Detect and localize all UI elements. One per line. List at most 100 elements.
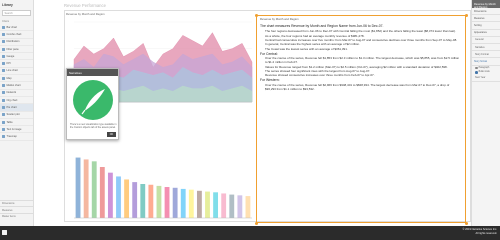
western-bullets: Over the course of the series, Revenue f… bbox=[260, 83, 460, 91]
prop-next-year[interactable]: Next Year bbox=[472, 75, 500, 82]
bar[interactable] bbox=[156, 185, 162, 218]
central-bullet-item: Revenue showed consecutive increases ove… bbox=[265, 73, 460, 77]
resize-handle-br[interactable] bbox=[464, 221, 468, 225]
library-item[interactable]: Combo chart bbox=[0, 31, 33, 39]
library-item-label: Scatter plot bbox=[6, 113, 20, 117]
bar[interactable] bbox=[91, 161, 97, 218]
central-bullets: Over the course of the series, Revenue f… bbox=[260, 56, 460, 77]
radio-paragraph-label: Paragraph bbox=[478, 66, 490, 69]
section-master-items[interactable]: Master items bbox=[0, 212, 34, 219]
chart-type-icon bbox=[2, 40, 5, 44]
library-item-label: Network bbox=[6, 91, 17, 95]
library-item[interactable]: Distribution bbox=[0, 39, 33, 46]
library-item[interactable]: Org chart bbox=[0, 97, 33, 105]
section-western: For Western: bbox=[260, 78, 280, 83]
sheet-canvas: Revenue Performance Revenue by Month and… bbox=[34, 0, 471, 226]
library-item[interactable]: Table bbox=[0, 119, 33, 127]
library-item[interactable]: KPI bbox=[0, 60, 33, 68]
bar[interactable] bbox=[245, 196, 251, 218]
narrative-text: The chart measures Revenue by Month and … bbox=[260, 24, 460, 222]
library-item-label: Map bbox=[6, 76, 12, 80]
ok-button[interactable]: OK bbox=[107, 132, 116, 137]
chart-type-icon bbox=[2, 135, 5, 139]
library-item[interactable]: Gauge bbox=[0, 53, 33, 61]
bar[interactable] bbox=[188, 189, 194, 218]
sheet-title: Revenue Performance bbox=[64, 3, 106, 8]
chart-type-list: Bar chart Combo chart Distribution Filter p… bbox=[0, 24, 33, 141]
bar[interactable] bbox=[124, 179, 130, 218]
resize-handle-tl[interactable] bbox=[254, 13, 258, 17]
chart-type-icon bbox=[2, 91, 5, 95]
library-item-label: Text & image bbox=[6, 127, 22, 131]
radio-dot-paragraph[interactable] bbox=[475, 66, 478, 70]
library-item[interactable]: Bar chart bbox=[0, 24, 33, 32]
library-item[interactable]: Map bbox=[0, 75, 33, 83]
summary-bullet-item: The Coast was the lowest series with an … bbox=[265, 47, 460, 51]
library-item[interactable]: Text & image bbox=[0, 126, 33, 134]
story-format-label: Story format bbox=[472, 58, 500, 66]
bar[interactable] bbox=[196, 190, 202, 218]
copyright-line-2: All rights reserved. bbox=[475, 231, 497, 235]
bar[interactable] bbox=[237, 195, 243, 218]
section-central: For Central: bbox=[260, 51, 278, 56]
prop-story-format[interactable]: Story Format bbox=[472, 51, 500, 59]
chart-type-icon bbox=[2, 62, 5, 66]
assets-toggle-button[interactable] bbox=[2, 230, 7, 235]
properties-header: Revenue by Month and Region bbox=[472, 0, 500, 9]
prop-dimensions[interactable]: Dimensions bbox=[472, 8, 500, 16]
prop-appearance[interactable]: Appearance bbox=[472, 30, 500, 37]
library-title: Library bbox=[2, 3, 13, 7]
resize-handle-tr[interactable] bbox=[464, 13, 468, 17]
radio-dot-bullets[interactable] bbox=[475, 71, 478, 74]
footer-bar: © 2019 Narrative Science Inc. All rights… bbox=[0, 226, 500, 240]
bar[interactable] bbox=[172, 187, 178, 218]
bar[interactable] bbox=[99, 167, 105, 218]
bar[interactable] bbox=[107, 172, 113, 218]
chart-type-icon bbox=[2, 54, 5, 58]
bar[interactable] bbox=[205, 191, 210, 218]
library-item-label: Gauge bbox=[6, 54, 15, 58]
bar[interactable] bbox=[140, 184, 146, 218]
prop-narrative[interactable]: Narrative bbox=[472, 44, 500, 52]
library-item-label: Org chart bbox=[6, 98, 18, 102]
prop-measures[interactable]: Measures bbox=[472, 15, 500, 23]
library-item[interactable]: Filter pane bbox=[0, 46, 33, 54]
popup-text: There's a new visualization type availab… bbox=[70, 123, 117, 129]
library-item-label: Mekko chart bbox=[6, 84, 21, 88]
western-bullet-item: Over the course of the series, Revenue f… bbox=[265, 83, 460, 91]
summary-bullet-item: The four regions decreased from Jun-06 t… bbox=[265, 29, 460, 33]
library-item-label: Combo chart bbox=[6, 32, 22, 36]
search-input[interactable]: Search bbox=[2, 10, 31, 16]
insight-header: Revenue by Month and Region bbox=[260, 17, 299, 21]
bar[interactable] bbox=[148, 184, 154, 218]
bar[interactable] bbox=[132, 182, 138, 218]
prop-sorting[interactable]: Sorting bbox=[472, 22, 500, 30]
bar[interactable] bbox=[213, 192, 219, 218]
library-item-label: Table bbox=[6, 120, 13, 124]
library-item-label: KPI bbox=[6, 62, 11, 66]
library-item[interactable]: Line chart bbox=[0, 68, 33, 76]
bar[interactable] bbox=[164, 187, 170, 218]
bar[interactable] bbox=[221, 193, 227, 218]
chart-type-icon bbox=[2, 47, 5, 51]
bar[interactable] bbox=[75, 157, 81, 218]
narrative-lead: The chart measures Revenue by Month and … bbox=[260, 24, 384, 28]
library-item[interactable]: Scatter plot bbox=[0, 112, 33, 119]
bottom-sections: Dimensions Measures Master items bbox=[0, 200, 34, 219]
resize-handle-bl[interactable] bbox=[254, 221, 258, 225]
prop-general[interactable]: General bbox=[472, 37, 500, 44]
quill-icon bbox=[73, 80, 113, 120]
chart-type-icon bbox=[2, 127, 5, 131]
bar[interactable] bbox=[83, 159, 89, 218]
library-item-label: Filter pane bbox=[6, 47, 19, 51]
library-item[interactable]: Pie chart bbox=[0, 104, 33, 112]
copyright: © 2019 Narrative Science Inc. All rights… bbox=[463, 228, 498, 235]
bar[interactable] bbox=[116, 176, 121, 218]
bar[interactable] bbox=[180, 188, 186, 218]
library-item[interactable]: Mekko chart bbox=[0, 82, 33, 90]
library-item[interactable]: Network bbox=[0, 90, 33, 97]
summary-bullets: The four regions decreased from Jun-06 t… bbox=[260, 29, 460, 50]
library-item[interactable]: Treemap bbox=[0, 133, 33, 141]
bar[interactable] bbox=[229, 194, 235, 218]
bar-chart[interactable] bbox=[66, 148, 254, 222]
